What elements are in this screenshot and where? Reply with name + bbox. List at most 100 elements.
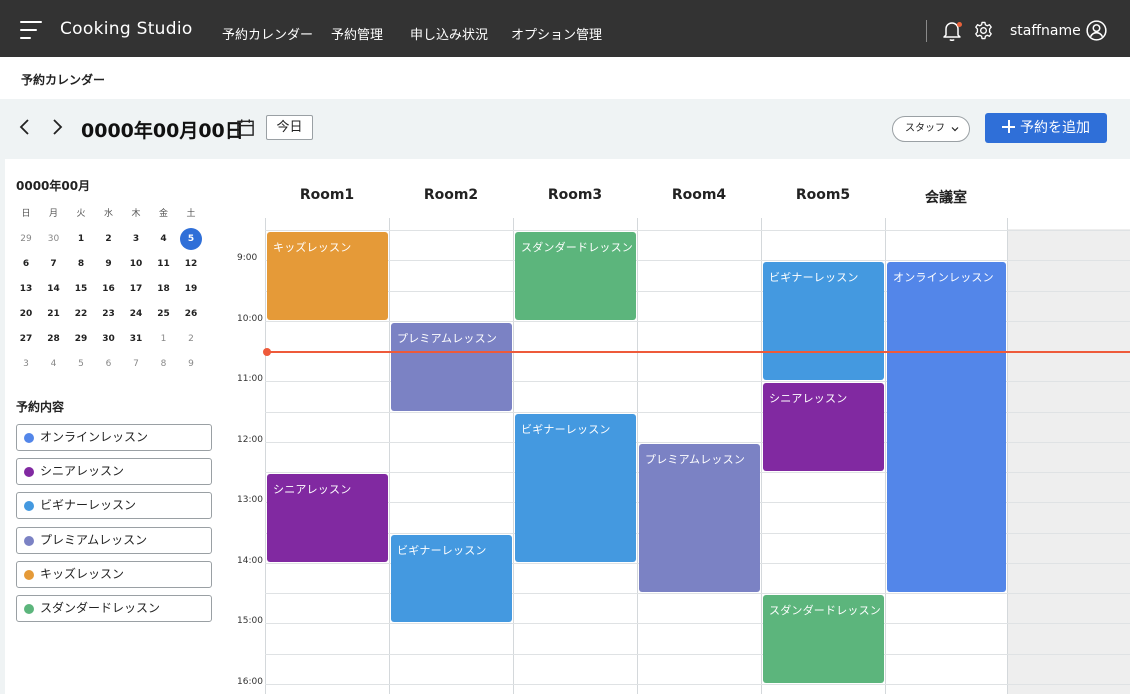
- mini-calendar-day[interactable]: 22: [70, 303, 92, 325]
- calendar-icon[interactable]: [236, 118, 255, 137]
- user-name[interactable]: staffname: [1010, 23, 1081, 39]
- current-date: 0000年00月00日: [81, 120, 244, 142]
- mini-calendar-day[interactable]: 20: [15, 303, 37, 325]
- mini-calendar-day[interactable]: 31: [125, 328, 147, 350]
- event-block[interactable]: シニアレッスン: [763, 383, 884, 471]
- event-block[interactable]: オンラインレッスン: [887, 262, 1006, 592]
- mini-calendar-day[interactable]: 17: [125, 278, 147, 300]
- mini-calendar-day[interactable]: 25: [153, 303, 175, 325]
- legend-item[interactable]: シニアレッスン: [16, 458, 212, 486]
- mini-calendar-day[interactable]: 2: [98, 228, 120, 250]
- mini-calendar-day[interactable]: 11: [153, 253, 175, 275]
- app-title: Cooking Studio: [60, 19, 193, 39]
- mini-calendar-day[interactable]: 9: [180, 353, 202, 375]
- event-block[interactable]: シニアレッスン: [267, 474, 388, 562]
- add-reservation-button[interactable]: 予約を追加: [985, 113, 1107, 143]
- nav-reservation-management[interactable]: 予約管理: [331, 24, 383, 43]
- event-block[interactable]: プレミアムレッスン: [639, 443, 760, 592]
- mini-calendar-day[interactable]: 7: [125, 353, 147, 375]
- event-block[interactable]: ビギナーレッスン: [391, 534, 512, 623]
- event-block[interactable]: キッズレッスン: [267, 232, 388, 320]
- event-block[interactable]: スダンダードレッスン: [763, 595, 884, 683]
- mini-calendar-day[interactable]: 3: [15, 353, 37, 375]
- mini-calendar-day[interactable]: 29: [70, 328, 92, 350]
- grid-row-line: [265, 653, 1130, 655]
- weekday-label: 日: [21, 209, 31, 219]
- grid-row-line: [265, 260, 1130, 262]
- user-avatar-icon[interactable]: [1086, 20, 1107, 41]
- mini-calendar-day[interactable]: 4: [153, 228, 175, 250]
- mini-calendar-day[interactable]: 15: [70, 278, 92, 300]
- mini-calendar-day[interactable]: 7: [43, 253, 65, 275]
- mini-calendar-day[interactable]: 24: [125, 303, 147, 325]
- mini-calendar-day[interactable]: 21: [43, 303, 65, 325]
- mini-calendar-day[interactable]: 8: [70, 253, 92, 275]
- nav-reservation-calendar[interactable]: 予約カレンダー: [222, 24, 313, 43]
- weekday-label: 火: [76, 209, 86, 219]
- mini-calendar-day[interactable]: 5: [70, 353, 92, 375]
- legend-item[interactable]: プレミアムレッスン: [16, 526, 212, 554]
- mini-calendar-day[interactable]: 8: [153, 353, 175, 375]
- room-header: Room2: [423, 187, 479, 203]
- event-block[interactable]: プレミアムレッスン: [391, 322, 512, 411]
- event-title: シニアレッスン: [769, 392, 848, 406]
- mini-calendar-day[interactable]: 19: [180, 278, 202, 300]
- mini-calendar-day[interactable]: 6: [98, 353, 120, 375]
- mini-calendar-day[interactable]: 14: [43, 278, 65, 300]
- mini-calendar-day[interactable]: 3: [125, 228, 147, 250]
- room-header: Room1: [299, 187, 355, 203]
- mini-calendar-day[interactable]: 9: [98, 253, 120, 275]
- mini-calendar-day[interactable]: 18: [153, 278, 175, 300]
- legend-color-dot: [24, 501, 34, 512]
- mini-calendar-day[interactable]: 10: [125, 253, 147, 275]
- legend-item[interactable]: スダンダードレッスン: [16, 595, 212, 622]
- legend-title: 予約内容: [16, 400, 65, 414]
- nav-option-management[interactable]: オプション管理: [511, 24, 602, 43]
- event-title: オンラインレッスン: [893, 271, 994, 285]
- nav-application-status[interactable]: 申し込み状況: [410, 24, 488, 43]
- legend-item[interactable]: キッズレッスン: [16, 560, 212, 588]
- mini-calendar-day[interactable]: 5: [180, 228, 202, 250]
- today-button[interactable]: 今日: [266, 115, 313, 140]
- mini-calendar-day[interactable]: 12: [180, 253, 202, 275]
- event-title: キッズレッスン: [273, 241, 352, 254]
- staff-select[interactable]: スタッフ: [892, 116, 970, 142]
- legend-item[interactable]: オンラインレッスン: [16, 424, 212, 451]
- event-title: ビギナーレッスン: [521, 422, 611, 436]
- mini-calendar-day[interactable]: 29: [15, 228, 37, 250]
- mini-calendar-day[interactable]: 1: [153, 328, 175, 350]
- mini-calendar-day[interactable]: 16: [98, 278, 120, 300]
- add-reservation-label: 予約を追加: [1020, 120, 1090, 136]
- event-title: ビギナーレッスン: [769, 271, 859, 285]
- mini-calendar-day[interactable]: 28: [43, 328, 65, 350]
- time-label: 12:00: [237, 434, 263, 445]
- mini-calendar-day[interactable]: 6: [15, 253, 37, 275]
- chevron-left-icon[interactable]: [18, 118, 32, 136]
- event-block[interactable]: ビギナーレッスン: [763, 262, 884, 381]
- mini-calendar-day[interactable]: 2: [180, 328, 202, 350]
- legend-label: オンラインレッスン: [40, 430, 149, 444]
- mini-calendar-day[interactable]: 13: [15, 278, 37, 300]
- menu-icon[interactable]: [20, 21, 42, 39]
- grid-row-line: [265, 683, 1130, 685]
- time-label: 16:00: [237, 676, 263, 687]
- mini-calendar-day[interactable]: 30: [98, 328, 120, 350]
- weekday-label: 水: [103, 209, 113, 219]
- event-block[interactable]: スダンダードレッスン: [515, 232, 636, 320]
- mini-calendar-day[interactable]: 27: [15, 328, 37, 350]
- mini-calendar-day[interactable]: 4: [43, 353, 65, 375]
- gear-icon[interactable]: [974, 21, 993, 40]
- weekday-label: 土: [186, 209, 196, 219]
- mini-calendar-day[interactable]: 23: [98, 303, 120, 325]
- chevron-right-icon[interactable]: [50, 118, 64, 136]
- event-title: スダンダードレッスン: [769, 604, 881, 617]
- weekday-label: 木: [131, 209, 141, 219]
- event-block[interactable]: ビギナーレッスン: [515, 413, 636, 562]
- current-time-line: [267, 351, 1130, 353]
- mini-calendar-day[interactable]: 30: [43, 228, 65, 250]
- event-title: プレミアムレッスン: [645, 452, 746, 466]
- left-edge: [0, 159, 5, 694]
- legend-item[interactable]: ビギナーレッスン: [16, 492, 212, 520]
- mini-calendar-day[interactable]: 26: [180, 303, 202, 325]
- mini-calendar-day[interactable]: 1: [70, 228, 92, 250]
